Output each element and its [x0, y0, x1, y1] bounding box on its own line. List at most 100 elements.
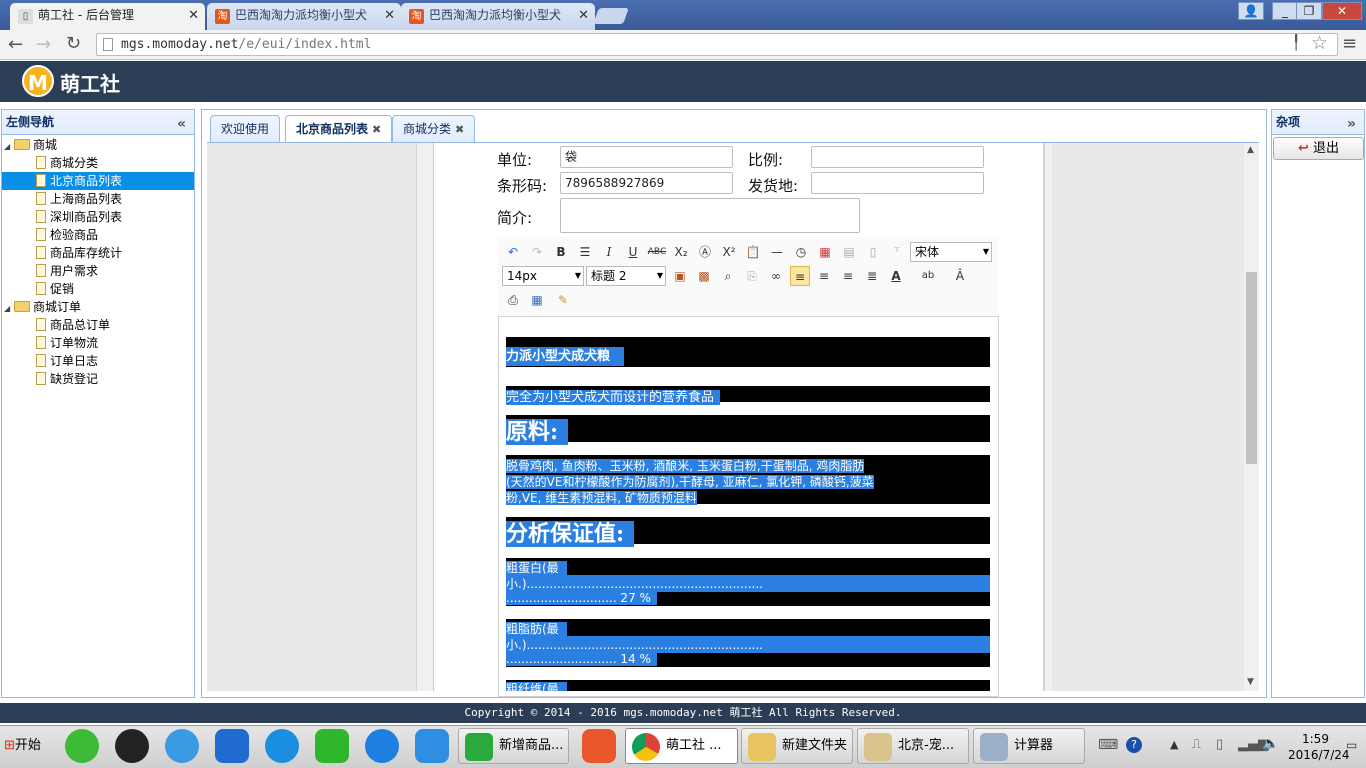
wechat-icon[interactable] — [65, 729, 99, 763]
image-icon[interactable]: ▣ — [670, 266, 690, 286]
menu-icon[interactable]: ≡ — [1342, 33, 1357, 54]
close-tab-icon[interactable]: ✖ — [372, 123, 381, 136]
paste-icon[interactable]: 📋 — [743, 242, 763, 262]
show-desktop-icon[interactable]: ▭ — [1346, 738, 1357, 752]
font-case-icon[interactable]: Â — [950, 266, 970, 286]
sidebar-item[interactable]: 用户需求 — [0, 262, 98, 280]
redo-icon[interactable]: ↷ — [527, 242, 547, 262]
magic-wand-icon[interactable]: ✎ — [553, 290, 573, 310]
origin-field[interactable] — [811, 172, 984, 194]
sidebar-item[interactable]: 促销 — [0, 280, 74, 298]
battery-icon[interactable]: ▯ — [1216, 737, 1223, 752]
keyboard-icon[interactable]: ⌨ — [1098, 737, 1118, 753]
source-code-icon[interactable]: ⎙ — [503, 290, 523, 310]
clear-format-icon[interactable]: ᵀ — [887, 242, 907, 262]
collapse-left-icon[interactable]: « — [177, 112, 186, 136]
sidebar-item[interactable]: 缺货登记 — [0, 370, 98, 388]
font-border-icon[interactable]: Ⓐ — [695, 242, 715, 262]
intro-textarea[interactable] — [560, 198, 860, 233]
horizontal-rule-icon[interactable]: — — [767, 242, 787, 262]
align-justify-icon[interactable]: ≣ — [862, 266, 882, 286]
scroll-up-icon[interactable]: ▲ — [1247, 145, 1254, 155]
insert-row-icon[interactable]: ▤ — [839, 242, 859, 262]
clock-date[interactable]: 2016/7/24 — [1288, 748, 1350, 762]
multi-image-icon[interactable]: ▩ — [694, 266, 714, 286]
browser-tab-product-1[interactable]: 淘 巴西淘淘力派均衡小型犬 ✕ — [207, 3, 401, 30]
extension-icon[interactable]: ╿ — [1292, 35, 1300, 51]
strikethrough-icon[interactable]: ABC — [647, 242, 667, 262]
url-input[interactable]: mgs.momoday.net/e/eui/index.html — [96, 33, 1338, 56]
align-left-icon[interactable]: ≡ — [790, 266, 810, 286]
taskbar-button-calculator[interactable]: 计算器 — [973, 728, 1085, 764]
volume-icon[interactable]: 🔈 — [1262, 736, 1279, 752]
iqiyi-icon[interactable] — [315, 729, 349, 763]
browser-tab-product-2[interactable]: 淘 巴西淘淘力派均衡小型犬 ✕ — [401, 3, 595, 30]
sidebar-item[interactable]: 商品总订单 — [0, 316, 110, 334]
attachment-icon[interactable]: ⎘ — [742, 266, 762, 286]
sidebar-item[interactable]: 上海商品列表 — [0, 190, 122, 208]
format-icon[interactable]: ☰ — [575, 242, 595, 262]
close-tab-icon[interactable]: ✖ — [455, 123, 464, 136]
sidebar-item[interactable]: 北京商品列表 — [2, 172, 194, 190]
font-color-icon[interactable]: A — [886, 266, 906, 286]
usb-icon[interactable]: ⎍ — [1192, 737, 1201, 752]
browser-tab-admin[interactable]: ▯ 萌工社 - 后台管理 ✕ — [10, 3, 205, 30]
exit-button[interactable]: ↩ 退出 — [1273, 137, 1364, 160]
user-icon[interactable]: 👤 — [1238, 2, 1264, 20]
highlight-color-icon[interactable]: ab — [918, 266, 938, 286]
kugou-icon[interactable] — [265, 729, 299, 763]
tray-expand-icon[interactable]: ▲ — [1170, 738, 1178, 751]
taskbar-button-new-folder[interactable]: 新建文件夹 — [741, 728, 853, 764]
unit-field[interactable]: 袋 — [560, 146, 733, 168]
collapse-right-icon[interactable]: » — [1347, 112, 1356, 136]
sidebar-item[interactable]: 检验商品 — [0, 226, 98, 244]
font-size-select[interactable]: 14px ▼ — [502, 266, 584, 286]
bold-icon[interactable]: B — [551, 242, 571, 262]
clock-time[interactable]: 1:59 — [1302, 732, 1329, 746]
ratio-field[interactable] — [811, 146, 984, 168]
nav-group-0[interactable]: ◢ 商城 — [4, 136, 57, 154]
page-break-icon[interactable]: ▯ — [863, 242, 883, 262]
sidebar-item[interactable]: 商品库存统计 — [0, 244, 122, 262]
back-icon[interactable]: ← — [8, 34, 23, 55]
sidebar-item[interactable]: 商城分类 — [0, 154, 98, 172]
start-button[interactable]: ⊞开始 — [0, 727, 48, 765]
nav-group-1[interactable]: ◢ 商城订单 — [4, 298, 81, 316]
font-family-select[interactable]: 宋体 ▼ — [910, 242, 992, 262]
sidebar-item[interactable]: 订单日志 — [0, 352, 98, 370]
scroll-down-icon[interactable]: ▼ — [1247, 677, 1254, 687]
close-icon[interactable]: ✕ — [384, 3, 395, 28]
close-icon[interactable]: ✕ — [578, 3, 589, 28]
taskbar-button-new-product[interactable]: 新增商品... — [458, 728, 569, 764]
undo-icon[interactable]: ↶ — [503, 242, 523, 262]
tab-beijing-products[interactable]: 北京商品列表 ✖ — [285, 115, 393, 144]
table-icon[interactable]: ▦ — [527, 290, 547, 310]
forward-icon[interactable]: → — [36, 34, 51, 55]
bookmark-star-icon[interactable]: ☆ — [1311, 32, 1328, 54]
taskbar-button-chrome[interactable]: 萌工社 ... — [625, 728, 738, 764]
bird-app-icon[interactable] — [165, 729, 199, 763]
qq-icon[interactable] — [115, 729, 149, 763]
date-icon[interactable]: ▦ — [815, 242, 835, 262]
blue-m-app-icon[interactable] — [215, 729, 249, 763]
search-replace-icon[interactable]: ⌕ — [718, 266, 738, 286]
italic-icon[interactable]: I — [599, 242, 619, 262]
tab-welcome[interactable]: 欢迎使用 — [210, 115, 281, 143]
superscript-icon[interactable]: X² — [719, 242, 739, 262]
restore-button[interactable]: ❐ — [1296, 2, 1322, 20]
wps-writer-icon[interactable] — [415, 729, 449, 763]
align-center-icon[interactable]: ≡ — [838, 266, 858, 286]
taskbar-button-beijing-pet[interactable]: 北京-宠... — [857, 728, 969, 764]
time-icon[interactable]: ◷ — [791, 242, 811, 262]
underline-icon[interactable]: U — [623, 242, 643, 262]
link-icon[interactable]: ∞ — [766, 266, 786, 286]
minimize-button[interactable]: _ — [1272, 2, 1298, 20]
subscript-icon[interactable]: X₂ — [671, 242, 691, 262]
align-right-icon[interactable]: ≡ — [814, 266, 834, 286]
sidebar-item[interactable]: 深圳商品列表 — [0, 208, 122, 226]
help-icon[interactable]: ? — [1126, 737, 1142, 753]
reload-icon[interactable]: ↻ — [66, 33, 81, 54]
scroll-thumb[interactable] — [1246, 272, 1257, 464]
barcode-field[interactable]: 7896588927869 — [560, 172, 733, 194]
sidebar-item[interactable]: 订单物流 — [0, 334, 98, 352]
